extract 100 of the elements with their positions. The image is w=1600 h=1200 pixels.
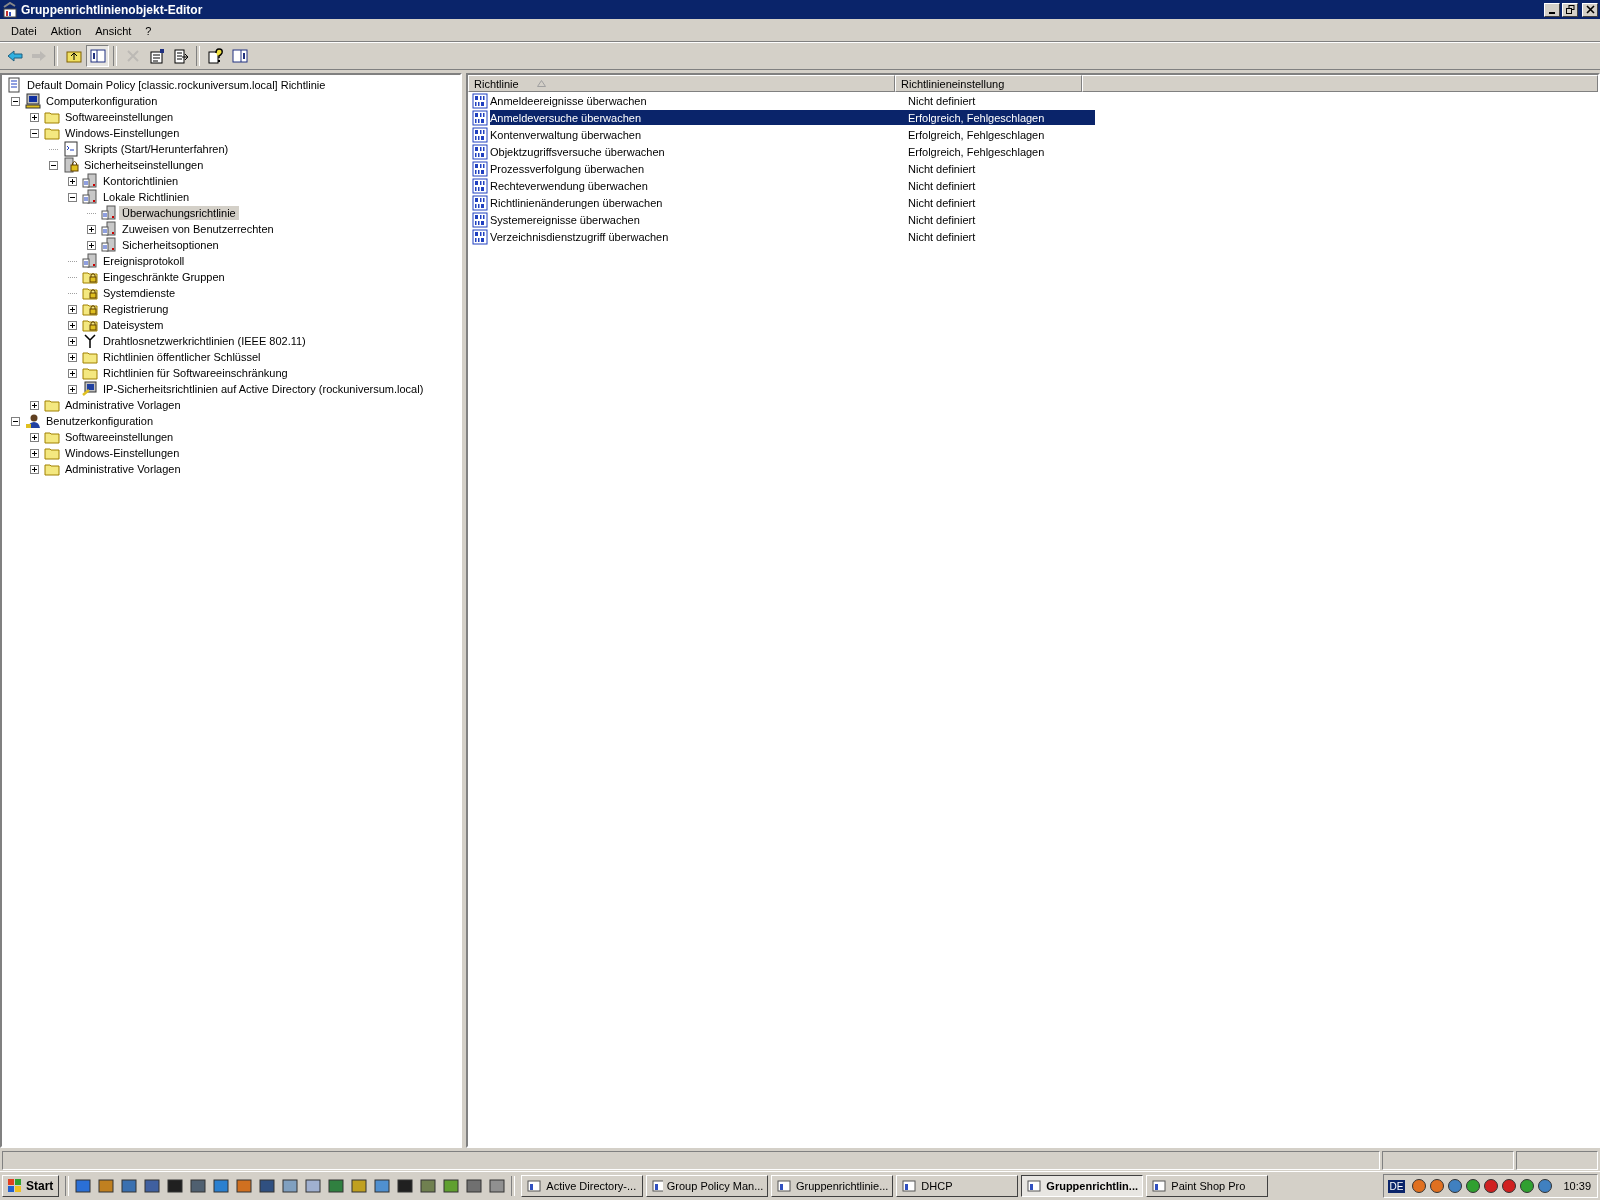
expander-toggle[interactable] [68,384,77,394]
expander-toggle[interactable] [68,176,77,186]
quick-launch-icon[interactable] [144,1178,161,1194]
tree-item[interactable]: Lokale Richtlinien [100,190,193,204]
expander-toggle[interactable] [87,224,96,234]
close-button[interactable] [1582,2,1598,17]
menu-item[interactable]: ? [138,23,159,39]
tree-item[interactable]: Dateisystem [100,318,167,332]
tray-icon[interactable] [1483,1178,1500,1194]
tree-item[interactable]: Zuweisen von Benutzerrechten [119,222,277,236]
language-indicator[interactable]: DE [1387,1179,1406,1193]
expander-toggle[interactable] [30,448,39,458]
quick-launch-icon[interactable] [397,1178,414,1194]
expander-toggle[interactable] [68,304,77,314]
tree-item[interactable]: Sicherheitseinstellungen [81,158,207,172]
tray-icon[interactable] [1537,1178,1554,1194]
tree-item[interactable]: Administrative Vorlagen [62,462,184,476]
folder-icon [82,365,98,381]
expander-toggle[interactable] [49,160,58,170]
expander-toggle[interactable] [30,464,39,474]
tree-item[interactable]: Softwareeinstellungen [62,110,177,124]
tree-button[interactable] [86,45,109,67]
policy-name: Rechteverwendung überwachen [490,179,649,192]
tray-icon[interactable] [1519,1178,1536,1194]
tree-item[interactable]: Sicherheitsoptionen [119,238,222,252]
tree-item[interactable]: Richtlinien für Softwareeinschränkung [100,366,291,380]
tree-item[interactable]: Benutzerkonfiguration [43,414,156,428]
expander-toggle[interactable] [11,416,20,426]
list-row[interactable]: Richtlinienänderungen überwachen Nicht definiert [490,195,1095,210]
column-header[interactable]: Richtlinieneinstellung [895,75,1082,92]
expander-toggle[interactable] [68,368,77,378]
menu-item[interactable]: Aktion [43,23,89,39]
quick-launch-icon[interactable] [420,1178,437,1194]
quick-launch-icon[interactable] [121,1178,138,1194]
expander-toggle[interactable] [68,320,77,330]
list-row[interactable]: Objektzugriffsversuche überwachen Erfolgreich, Fehlgeschlagen [490,144,1095,159]
tree-item[interactable]: Softwareeinstellungen [62,430,177,444]
menu-item[interactable]: Datei [4,23,44,39]
windows-flag-icon [8,1179,22,1193]
taskbar-button[interactable]: Active Directory-... [521,1175,644,1197]
restore-button[interactable] [1562,2,1578,17]
tree-item[interactable]: IP-Sicherheitsrichtlinien auf Active Directory (rockuniversum.local) [100,382,427,396]
policy-name: Kontenverwaltung überwachen [490,128,643,141]
expander-toggle[interactable] [30,112,39,122]
start-button[interactable]: Start [2,1175,60,1197]
quick-launch-icon[interactable] [190,1178,207,1194]
tree-item[interactable]: Ereignisprotokoll [100,254,188,268]
tray-icon[interactable] [1411,1178,1428,1194]
tree-item[interactable]: Skripts (Start/Herunterfahren) [81,142,232,156]
list-row[interactable]: Anmeldeversuche überwachen Erfolgreich, Fehlgeschlagen [490,110,1095,125]
lockfolder-icon [82,269,98,285]
tree-item[interactable]: Windows-Einstellungen [62,126,183,140]
taskbar-button[interactable]: Group Policy Man... [646,1175,769,1197]
folder-icon [44,461,60,477]
tree-item[interactable]: Windows-Einstellungen [62,446,183,460]
list-row[interactable]: Rechteverwendung überwachen Nicht definiert [490,178,1095,193]
taskbar-button[interactable]: Gruppenrichtlin... [1021,1175,1144,1197]
taskbar-button[interactable]: Paint Shop Pro [1146,1175,1269,1197]
policy-setting: Erfolgreich, Fehlgeschlagen [908,145,1045,158]
quick-launch-icon[interactable] [328,1178,345,1194]
tree-item[interactable]: Systemdienste [100,286,179,300]
list-row[interactable]: Kontenverwaltung überwachen Erfolgreich, Fehlgeschlagen [490,127,1095,142]
tray-icon[interactable] [1447,1178,1464,1194]
tree-item[interactable]: Richtlinien öffentlicher Schlüssel [100,350,264,364]
tray-icon[interactable] [1429,1178,1446,1194]
list-row[interactable]: Prozessverfolgung überwachen Nicht definiert [490,161,1095,176]
security-icon [63,157,79,173]
expander-toggle[interactable] [68,192,77,202]
list-row[interactable]: Anmeldeereignisse überwachen Nicht definiert [490,93,1095,108]
menu-item[interactable]: Ansicht [88,23,139,39]
quick-launch-icon[interactable] [466,1178,483,1194]
quick-launch-icon[interactable] [213,1178,230,1194]
expander-toggle[interactable] [30,128,39,138]
tray-icon[interactable] [1465,1178,1482,1194]
clock: 10:39 [1563,1180,1591,1192]
expander-toggle[interactable] [30,432,39,442]
taskbar-button[interactable]: DHCP [896,1175,1019,1197]
tree-item[interactable]: Administrative Vorlagen [62,398,184,412]
expander-toggle[interactable] [68,352,77,362]
tree-item[interactable]: Eingeschränkte Gruppen [100,270,228,284]
tree-item[interactable]: Kontorichtlinien [100,174,182,188]
tree-item[interactable]: Computerkonfiguration [43,94,161,108]
expander-toggle[interactable] [30,400,39,410]
expander-toggle[interactable] [11,96,20,106]
quick-launch-icon[interactable] [167,1178,184,1194]
list-row[interactable]: Verzeichnisdienstzugriff überwachen Nicht definiert [490,229,1095,244]
tree-item[interactable]: Default Domain Policy [classic.rockuniversum.local] Richtlinie [24,78,329,92]
list-row[interactable]: Systemereignisse überwachen Nicht definiert [490,212,1095,227]
tree-item[interactable]: Überwachungsrichtlinie [119,206,239,220]
column-header[interactable]: Richtlinie [468,75,895,92]
minimize-button[interactable] [1544,2,1560,17]
expander-toggle[interactable] [87,240,96,250]
tray-icon[interactable] [1501,1178,1518,1194]
tree-item[interactable]: Registrierung [100,302,172,316]
quick-launch-icon[interactable] [259,1178,276,1194]
expander-toggle[interactable] [68,336,77,346]
taskbar-button[interactable]: Gruppenrichtlinie... [771,1175,894,1197]
policy-name: Prozessverfolgung überwachen [490,162,646,175]
quick-launch-icon[interactable] [75,1178,92,1194]
tree-item[interactable]: Drahtlosnetzwerkrichtlinien (IEEE 802.11) [100,334,309,348]
